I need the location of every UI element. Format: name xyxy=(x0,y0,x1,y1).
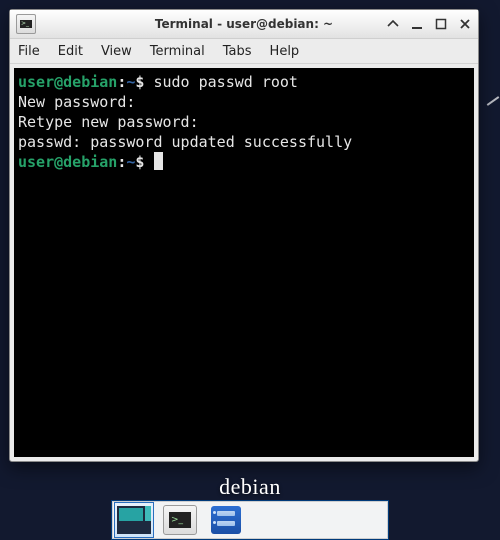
taskbar-item-web-browser[interactable] xyxy=(252,502,292,538)
terminal-window: >_ Terminal - user@debian: ~ File Edit V… xyxy=(9,9,479,462)
prompt-userhost: user@debian xyxy=(18,153,117,171)
maximize-button[interactable] xyxy=(434,17,448,31)
menu-edit[interactable]: Edit xyxy=(56,42,85,61)
minimize-button[interactable] xyxy=(410,17,424,31)
output-line: passwd: password updated successfully xyxy=(18,133,352,151)
command-text: sudo passwd root xyxy=(153,73,298,91)
titlebar[interactable]: >_ Terminal - user@debian: ~ xyxy=(10,10,478,39)
output-line: New password: xyxy=(18,93,135,111)
taskbar-item-terminal[interactable]: >_ xyxy=(160,502,200,538)
taskbar-item-show-desktop[interactable] xyxy=(114,502,154,538)
prompt-dollar: $ xyxy=(135,153,144,171)
wallpaper-streak xyxy=(487,96,500,106)
prompt-userhost: user@debian xyxy=(18,73,117,91)
menu-file[interactable]: File xyxy=(16,42,42,61)
rollup-button[interactable] xyxy=(386,17,400,31)
taskbar-item-folder[interactable] xyxy=(344,502,384,538)
prompt-dollar: $ xyxy=(135,73,144,91)
terminal-app-icon: >_ xyxy=(16,14,36,34)
window-title: Terminal - user@debian: ~ xyxy=(155,17,333,31)
window-controls xyxy=(386,17,472,31)
output-line: Retype new password: xyxy=(18,113,199,131)
menu-terminal[interactable]: Terminal xyxy=(148,42,207,61)
menu-help[interactable]: Help xyxy=(268,42,302,61)
show-desktop-icon xyxy=(117,506,151,534)
terminal-wrap: user@debian:~$ sudo passwd root New pass… xyxy=(10,64,478,461)
menu-tabs[interactable]: Tabs xyxy=(221,42,254,61)
menubar: File Edit View Terminal Tabs Help xyxy=(10,39,478,64)
taskbar-item-search[interactable] xyxy=(298,502,338,538)
terminal-icon: >_ xyxy=(163,505,197,535)
cursor xyxy=(154,152,163,170)
desktop-brand: debian xyxy=(219,474,281,500)
close-button[interactable] xyxy=(458,17,472,31)
terminal-area[interactable]: user@debian:~$ sudo passwd root New pass… xyxy=(14,68,474,457)
taskbar-item-file-manager[interactable] xyxy=(206,502,246,538)
taskbar: >_ xyxy=(111,500,389,540)
file-manager-icon xyxy=(211,506,241,534)
menu-view[interactable]: View xyxy=(99,42,134,61)
